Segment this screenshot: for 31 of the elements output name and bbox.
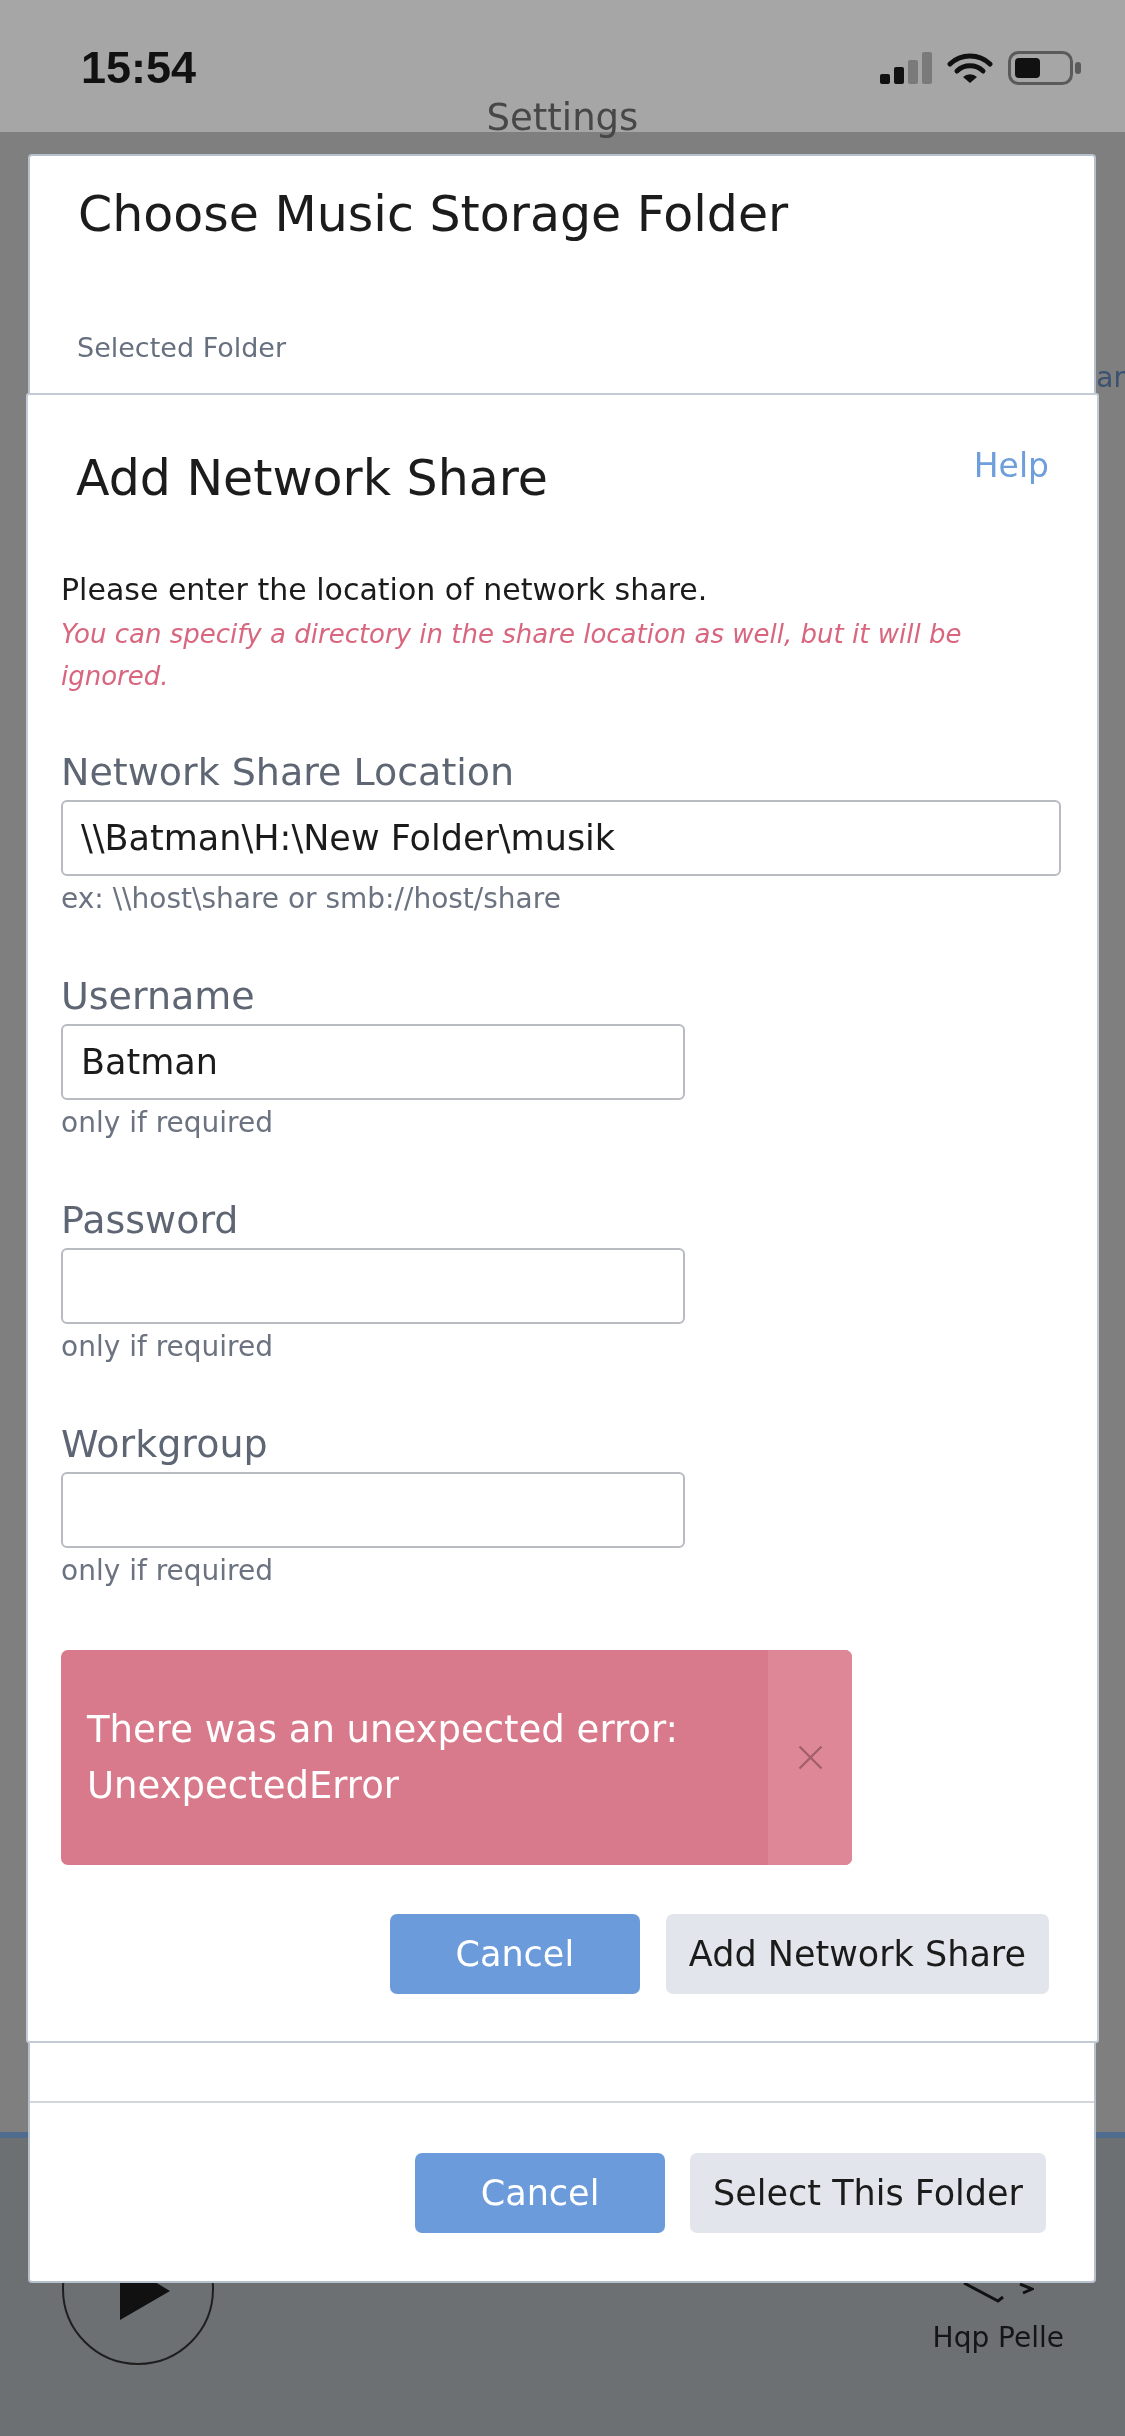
confirm-button[interactable]: Add Network Share bbox=[665, 1914, 1049, 1994]
field-hint: only if required bbox=[61, 1106, 273, 1140]
field-label: Network Share Location bbox=[61, 749, 515, 796]
input-field[interactable]: \\Batman\H:\New Folder\musik bbox=[61, 800, 1061, 876]
dialog-title: Add Network Share bbox=[76, 449, 548, 509]
status-time: 15:54 bbox=[81, 46, 197, 90]
play-button[interactable] bbox=[61, 2283, 215, 2367]
section-label: Selected Folder bbox=[77, 331, 287, 365]
field-hint: only if required bbox=[61, 1554, 273, 1588]
field-label: Password bbox=[61, 1197, 239, 1244]
device-icon bbox=[962, 2283, 1035, 2303]
confirm-button[interactable]: Select This Folder bbox=[690, 2153, 1046, 2233]
instruction-text: Please enter the location of network share. bbox=[61, 571, 708, 609]
close-button[interactable] bbox=[768, 1650, 852, 1865]
close-icon bbox=[797, 1745, 823, 1770]
battery-icon bbox=[1008, 51, 1082, 85]
field-hint: ex: \\host\share or smb://host/share bbox=[61, 882, 561, 916]
device-name: Hqp Pelle bbox=[932, 2320, 1064, 2356]
background-text: ar bbox=[1096, 360, 1125, 396]
field-hint: only if required bbox=[61, 1330, 273, 1364]
wifi-icon bbox=[947, 52, 993, 84]
note-text: You can specify a directory in the share location as well, but it will be ignored. bbox=[61, 618, 963, 693]
signal-icon bbox=[880, 52, 932, 84]
dialog-title: Choose Music Storage Folder bbox=[78, 185, 789, 245]
input-field[interactable] bbox=[61, 1248, 685, 1324]
field-label: Workgroup bbox=[61, 1421, 268, 1468]
input-field[interactable]: Batman bbox=[61, 1024, 685, 1100]
input-field[interactable] bbox=[61, 1472, 685, 1548]
page-title: Settings bbox=[486, 98, 639, 138]
field-label: Username bbox=[61, 973, 255, 1020]
error-message: There was an unexpected error: UnexpectedError bbox=[87, 1706, 679, 1809]
